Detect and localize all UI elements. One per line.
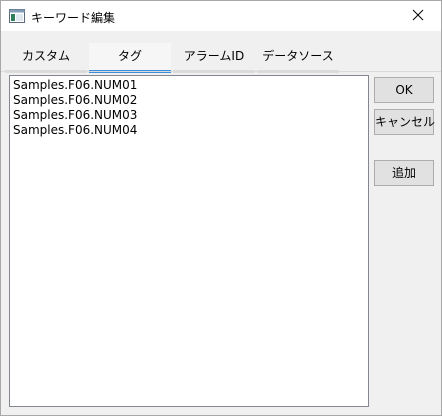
title-bar[interactable]: キーワード編集 <box>1 1 441 31</box>
cancel-button[interactable]: キャンセル <box>374 109 435 135</box>
window-title: キーワード編集 <box>31 11 116 25</box>
list-item[interactable]: Samples.F06.NUM03 <box>13 108 365 123</box>
tab-data-source[interactable]: データソース <box>257 43 339 73</box>
list-item[interactable]: Samples.F06.NUM02 <box>13 93 365 108</box>
ok-button[interactable]: OK <box>374 77 434 103</box>
tab-alarm-id[interactable]: アラームID <box>173 43 255 73</box>
add-button[interactable]: 追加 <box>374 160 434 186</box>
dialog-window: キーワード編集 カスタム タグ アラームID データソース Samples.F0… <box>0 0 442 416</box>
list-item[interactable]: Samples.F06.NUM01 <box>13 78 365 93</box>
tab-custom[interactable]: カスタム <box>5 43 87 73</box>
close-icon <box>412 9 424 24</box>
close-button[interactable] <box>395 1 441 31</box>
keyword-listbox[interactable]: Samples.F06.NUM01 Samples.F06.NUM02 Samp… <box>9 75 369 407</box>
tab-tag[interactable]: タグ <box>89 43 171 73</box>
app-window-icon <box>9 9 25 23</box>
tab-divider <box>1 71 441 72</box>
tab-bar: カスタム タグ アラームID データソース <box>1 43 441 73</box>
list-item[interactable]: Samples.F06.NUM04 <box>13 123 365 138</box>
